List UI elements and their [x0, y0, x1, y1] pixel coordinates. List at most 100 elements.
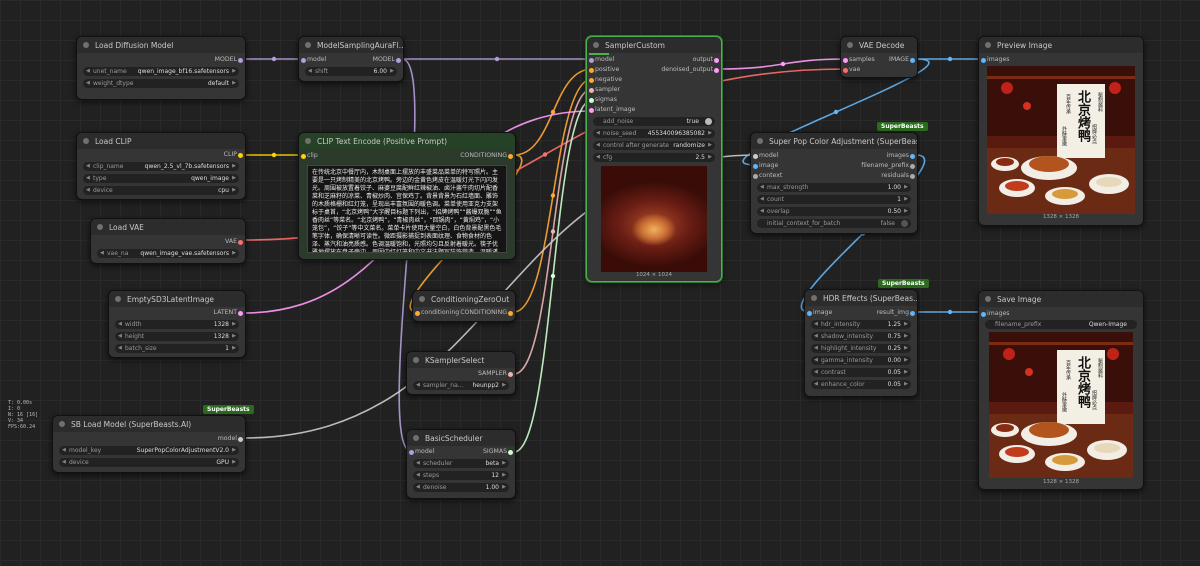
load-vae-node[interactable]: Load VAE VAE ◀ vae_na qwen_image_vae.safet… — [90, 218, 246, 264]
arrow-left-icon[interactable]: ◀ — [814, 332, 818, 341]
output-clip[interactable]: CLIP — [224, 150, 243, 160]
collapse-dot-icon[interactable] — [83, 138, 89, 144]
input-model[interactable]: model — [589, 55, 614, 65]
max-strength-widget[interactable]: ◀ max_strength 1.00 ▶ — [757, 183, 911, 192]
output-socket[interactable] — [238, 310, 243, 316]
arrow-left-icon[interactable]: ◀ — [416, 459, 420, 468]
output-socket[interactable] — [714, 57, 719, 63]
vae-name-widget[interactable]: ◀ vae_na qwen_image_vae.safetensors ▶ — [97, 249, 239, 258]
wire-midpoint-dot[interactable] — [550, 229, 556, 234]
collapse-dot-icon[interactable] — [97, 224, 103, 230]
input-positive[interactable]: positive — [589, 65, 619, 75]
arrow-right-icon[interactable]: ▶ — [390, 67, 394, 76]
input-context[interactable]: context — [753, 171, 782, 181]
input-socket[interactable] — [589, 57, 594, 63]
arrow-right-icon[interactable]: ▶ — [502, 459, 506, 468]
wire-midpoint-dot[interactable] — [271, 152, 277, 158]
arrow-left-icon[interactable]: ◀ — [760, 207, 764, 216]
overlap-widget[interactable]: ◀ overlap 0.50 ▶ — [757, 207, 911, 216]
arrow-right-icon[interactable]: ▶ — [904, 344, 908, 353]
input-samples[interactable]: samples — [843, 55, 875, 65]
collapse-dot-icon[interactable] — [985, 296, 991, 302]
output-output[interactable]: output — [693, 55, 719, 65]
arrow-left-icon[interactable]: ◀ — [814, 320, 818, 329]
device-widget[interactable]: ◀ device GPU ▶ — [59, 458, 239, 467]
arrow-right-icon[interactable]: ▶ — [232, 458, 236, 467]
wire-midpoint-dot[interactable] — [550, 273, 556, 279]
arrow-left-icon[interactable]: ◀ — [118, 320, 122, 329]
arrow-left-icon[interactable]: ◀ — [596, 141, 600, 150]
hdr-intensity-widget[interactable]: ◀ hdr_intensity 1.25 ▶ — [811, 320, 911, 329]
collapse-dot-icon[interactable] — [305, 138, 311, 144]
wire-midpoint-dot[interactable] — [947, 309, 953, 315]
filename-prefix-input[interactable]: filename_prefix Qwen-Image — [985, 320, 1137, 329]
toggle-knob-icon[interactable] — [901, 220, 908, 227]
batch-size-widget[interactable]: ◀ batch_size 1 ▶ — [115, 344, 239, 353]
output-socket[interactable] — [714, 67, 719, 73]
arrow-right-icon[interactable]: ▶ — [232, 320, 236, 329]
count-widget[interactable]: ◀ count 1 ▶ — [757, 195, 911, 204]
output-socket[interactable] — [508, 153, 513, 159]
output-filename-prefix[interactable]: filename_prefix — [861, 161, 915, 171]
highlight-intensity-widget[interactable]: ◀ highlight_intensity 0.25 ▶ — [811, 344, 911, 353]
input-socket[interactable] — [981, 57, 986, 63]
arrow-right-icon[interactable]: ▶ — [904, 183, 908, 192]
arrow-right-icon[interactable]: ▶ — [232, 162, 236, 171]
output-socket[interactable] — [508, 449, 513, 455]
arrow-left-icon[interactable]: ◀ — [814, 344, 818, 353]
arrow-left-icon[interactable]: ◀ — [814, 380, 818, 389]
input-socket[interactable] — [589, 107, 594, 113]
output-socket[interactable] — [910, 57, 915, 63]
arrow-right-icon[interactable]: ▶ — [232, 249, 236, 258]
output-vae[interactable]: VAE — [225, 237, 243, 247]
steps-widget[interactable]: ◀ steps 12 ▶ — [413, 471, 509, 480]
contrast-widget[interactable]: ◀ contrast 0.05 ▶ — [811, 368, 911, 377]
hdr-effects-node[interactable]: HDR Effects (SuperBeas… image result_img… — [804, 289, 918, 397]
collapse-dot-icon[interactable] — [59, 421, 65, 427]
input-socket[interactable] — [589, 97, 594, 103]
collapse-dot-icon[interactable] — [83, 42, 89, 48]
output-conditioning[interactable]: CONDITIONING — [460, 151, 513, 161]
scheduler-widget[interactable]: ◀ scheduler beta ▶ — [413, 459, 509, 468]
output-socket[interactable] — [238, 239, 243, 245]
arrow-left-icon[interactable]: ◀ — [308, 67, 312, 76]
weight-dtype-widget[interactable]: ◀ weight_dtype default ▶ — [83, 79, 239, 88]
input-socket[interactable] — [301, 153, 306, 159]
arrow-right-icon[interactable]: ▶ — [232, 79, 236, 88]
arrow-right-icon[interactable]: ▶ — [708, 141, 712, 150]
ksampler-select-node[interactable]: KSamplerSelect SAMPLER ◀ sampler_na… heunp… — [406, 351, 516, 395]
cfg-widget[interactable]: ◀ cfg 2.5 ▶ — [593, 153, 715, 162]
add-noise-toggle[interactable]: add_noise true — [593, 117, 715, 126]
collapse-dot-icon[interactable] — [811, 295, 817, 301]
arrow-right-icon[interactable]: ▶ — [232, 446, 236, 455]
output-socket[interactable] — [396, 57, 401, 63]
input-socket[interactable] — [589, 67, 594, 73]
output-socket[interactable] — [238, 57, 243, 63]
collapse-dot-icon[interactable] — [757, 138, 763, 144]
output-model[interactable]: MODEL — [215, 55, 243, 65]
collapse-dot-icon[interactable] — [413, 357, 419, 363]
input-socket[interactable] — [981, 311, 986, 317]
arrow-left-icon[interactable]: ◀ — [760, 183, 764, 192]
model-key-widget[interactable]: ◀ model_key SuperPopColorAdjustmentV2.0 ▶ — [59, 446, 239, 455]
arrow-right-icon[interactable]: ▶ — [232, 344, 236, 353]
arrow-right-icon[interactable]: ▶ — [904, 380, 908, 389]
input-socket[interactable] — [843, 57, 848, 63]
arrow-left-icon[interactable]: ◀ — [814, 368, 818, 377]
arrow-left-icon[interactable]: ◀ — [416, 471, 420, 480]
arrow-right-icon[interactable]: ▶ — [502, 471, 506, 480]
input-model[interactable]: model — [753, 151, 778, 161]
denoise-widget[interactable]: ◀ denoise 1.00 ▶ — [413, 483, 509, 492]
arrow-left-icon[interactable]: ◀ — [814, 356, 818, 365]
sampler-custom-node[interactable]: SamplerCustom model positive negative sa… — [586, 36, 722, 282]
arrow-right-icon[interactable]: ▶ — [502, 381, 506, 390]
arrow-left-icon[interactable]: ◀ — [86, 67, 90, 76]
wire-midpoint-dot[interactable] — [780, 61, 786, 67]
width-widget[interactable]: ◀ width 1328 ▶ — [115, 320, 239, 329]
sampler-name-widget[interactable]: ◀ sampler_na… heunpp2 ▶ — [413, 381, 509, 390]
output-sampler[interactable]: SAMPLER — [478, 369, 513, 379]
arrow-left-icon[interactable]: ◀ — [86, 174, 90, 183]
input-socket[interactable] — [415, 310, 420, 316]
conditioning-zero-out-node[interactable]: ConditioningZeroOut conditioning CONDITI… — [412, 290, 516, 322]
model-sampling-aura-flow-node[interactable]: ModelSamplingAuraFl… model MODEL ◀ shift 6… — [298, 36, 404, 82]
